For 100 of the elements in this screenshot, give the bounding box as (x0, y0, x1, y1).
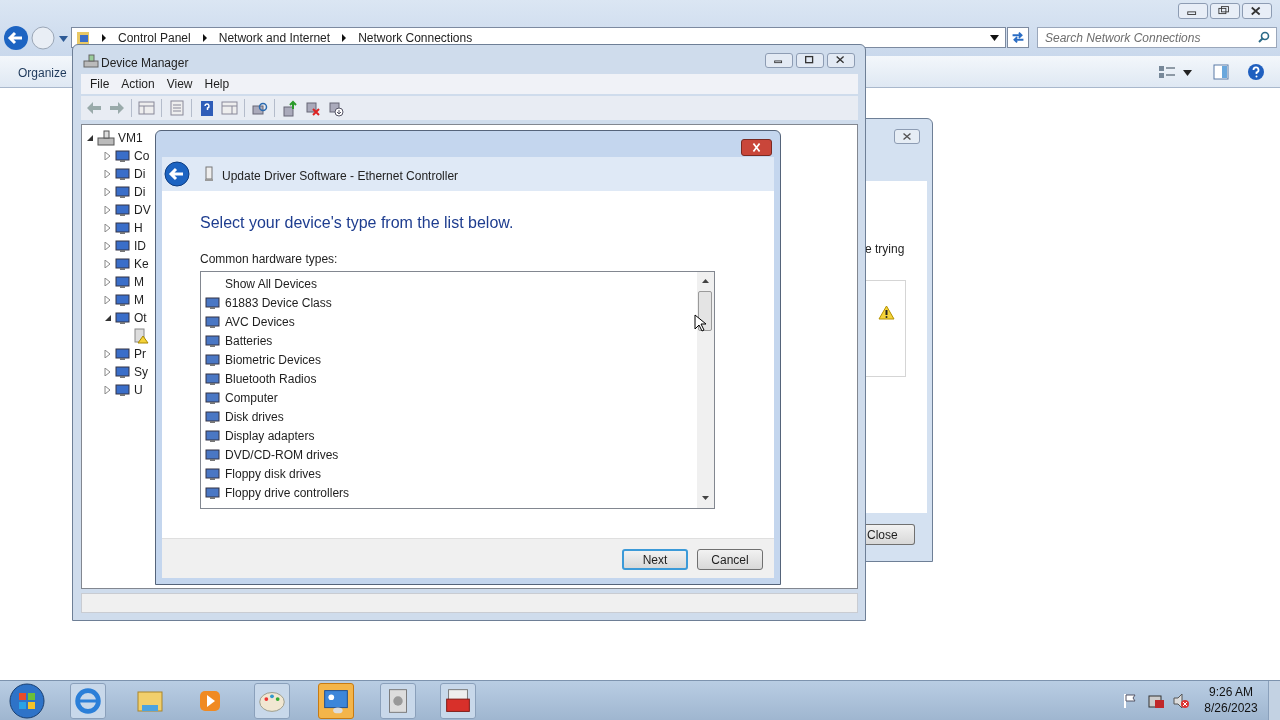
device-icon (115, 383, 131, 397)
list-item[interactable]: Floppy disk drives (205, 465, 322, 483)
close-button[interactable] (894, 129, 920, 144)
close-button[interactable]: Close (863, 524, 915, 545)
list-item[interactable]: Disk drives (205, 408, 284, 426)
scroll-up-arrow-icon[interactable] (702, 279, 709, 283)
network-error-icon[interactable] (1147, 693, 1165, 709)
expander-icon[interactable] (104, 314, 112, 322)
device-icon (115, 311, 131, 325)
maximize-button[interactable] (796, 53, 824, 68)
tree-item[interactable]: Pr (134, 345, 146, 363)
view-options-icon[interactable] (1158, 65, 1176, 79)
menu-item[interactable]: View (161, 75, 198, 93)
help-icon[interactable] (1247, 63, 1265, 81)
minimize-button[interactable] (765, 53, 793, 68)
disable-device-icon[interactable] (327, 99, 344, 117)
dialog-heading: Select your device's type from the list below. (200, 213, 514, 233)
list-item[interactable]: Show All Devices (205, 275, 318, 293)
adapter-icon (204, 166, 214, 182)
list-item[interactable]: Bluetooth Radios (205, 370, 317, 388)
device-icon (115, 149, 131, 163)
help-icon[interactable] (198, 99, 215, 117)
breadcrumb-arrow-icon[interactable] (341, 33, 348, 42)
disk-drive-icon[interactable] (380, 683, 416, 719)
list-item[interactable]: DVD/CD-ROM drives (205, 446, 339, 464)
list-item[interactable]: Computer (205, 389, 278, 407)
search-field[interactable]: Search Network Connections (1037, 27, 1277, 48)
speaker-muted-icon[interactable] (1172, 693, 1190, 709)
list-item[interactable]: Batteries (205, 332, 273, 350)
next-button[interactable]: Next (622, 549, 688, 570)
device-icon (115, 221, 131, 235)
control-panel-icon[interactable] (318, 683, 354, 719)
breadcrumb-item[interactable]: Control Panel (118, 28, 191, 47)
preview-pane-icon[interactable] (1213, 64, 1229, 80)
minimize-button[interactable] (1178, 3, 1208, 19)
dropdown-arrow-icon[interactable] (1183, 70, 1192, 76)
toolbox-icon[interactable] (440, 683, 476, 719)
scroll-down-arrow-icon[interactable] (702, 496, 709, 500)
clock-date[interactable]: 8/26/2023 (1204, 700, 1258, 716)
list-item[interactable]: Floppy drive controllers (205, 484, 350, 502)
console-tree-icon[interactable] (138, 99, 155, 117)
dialog-title: Update Driver Software - Ethernet Controller (222, 168, 459, 185)
breadcrumb-item[interactable]: Network and Internet (218, 28, 331, 47)
dialog-text: e trying (865, 241, 905, 258)
breadcrumb-arrow-icon[interactable] (201, 33, 208, 42)
flag-icon[interactable] (1122, 693, 1138, 709)
clock-time[interactable]: 9:26 AM (1209, 684, 1253, 700)
cancel-button[interactable]: Cancel (697, 549, 763, 570)
mouse-cursor-icon (694, 314, 706, 332)
breadcrumb-item[interactable]: Network Connections (358, 28, 473, 47)
action-pane-icon[interactable] (221, 99, 238, 117)
tree-item[interactable]: Sy (134, 363, 148, 381)
close-button[interactable] (1242, 3, 1272, 19)
breadcrumb-arrow-icon[interactable] (101, 33, 107, 42)
computer-icon (97, 130, 115, 146)
hardware-type-list[interactable]: Show All Devices 61883 Device Class AVC Devices Batteries Biometric Devices Bluetooth Radios Computer Disk drives Display adapters DVD/CD-ROM drives Floppy disk drives Floppy drive controllers (200, 271, 715, 509)
close-button[interactable] (827, 53, 855, 68)
window-title: Device Manager (101, 55, 189, 72)
device-icon (115, 293, 131, 307)
scrollbar[interactable] (697, 272, 714, 508)
list-item[interactable]: Display adapters (205, 427, 315, 445)
refresh-button[interactable] (1007, 27, 1029, 48)
tree-item[interactable]: M (134, 291, 144, 309)
tree-item[interactable]: M (134, 273, 144, 291)
tree-item[interactable]: VM1 (118, 129, 143, 147)
tree-item[interactable]: Di (134, 165, 146, 183)
start-button[interactable] (8, 682, 46, 720)
expander-icon[interactable] (86, 134, 94, 142)
dropdown-arrow-icon[interactable] (990, 34, 999, 41)
device-manager-icon (83, 54, 99, 68)
list-item[interactable]: AVC Devices (205, 313, 295, 331)
paint-palette-icon[interactable] (254, 683, 290, 719)
tree-item[interactable]: Co (134, 147, 150, 165)
restore-button[interactable] (1210, 3, 1240, 19)
organize-button[interactable]: Organize (12, 64, 73, 82)
menu-item[interactable]: Help (199, 75, 235, 93)
device-icon (115, 275, 131, 289)
menu-item[interactable]: Action (116, 75, 160, 93)
tree-item[interactable]: Ke (134, 255, 149, 273)
list-item[interactable]: 61883 Device Class (205, 294, 332, 312)
uninstall-icon[interactable] (304, 99, 321, 117)
tree-item[interactable]: Di (134, 183, 146, 201)
menu-item[interactable]: File (85, 75, 115, 93)
tree-item[interactable]: ID (134, 237, 146, 255)
device-icon (115, 239, 131, 253)
list-item[interactable]: Biometric Devices (205, 351, 322, 369)
tree-item[interactable]: Ot (134, 309, 147, 327)
back-button[interactable] (164, 161, 190, 187)
device-icon (115, 365, 131, 379)
history-dropdown-icon[interactable] (59, 36, 68, 42)
tree-item[interactable]: H (134, 219, 143, 237)
tree-item[interactable]: DV (134, 201, 151, 219)
browser-icon[interactable] (70, 683, 106, 719)
back-button[interactable] (3, 25, 29, 51)
warning-icon (878, 305, 895, 320)
device-icon (115, 257, 131, 271)
tree-item[interactable]: U (134, 381, 143, 399)
device-icon (115, 347, 131, 361)
close-button[interactable] (741, 139, 772, 156)
update-driver-icon[interactable] (281, 99, 298, 117)
